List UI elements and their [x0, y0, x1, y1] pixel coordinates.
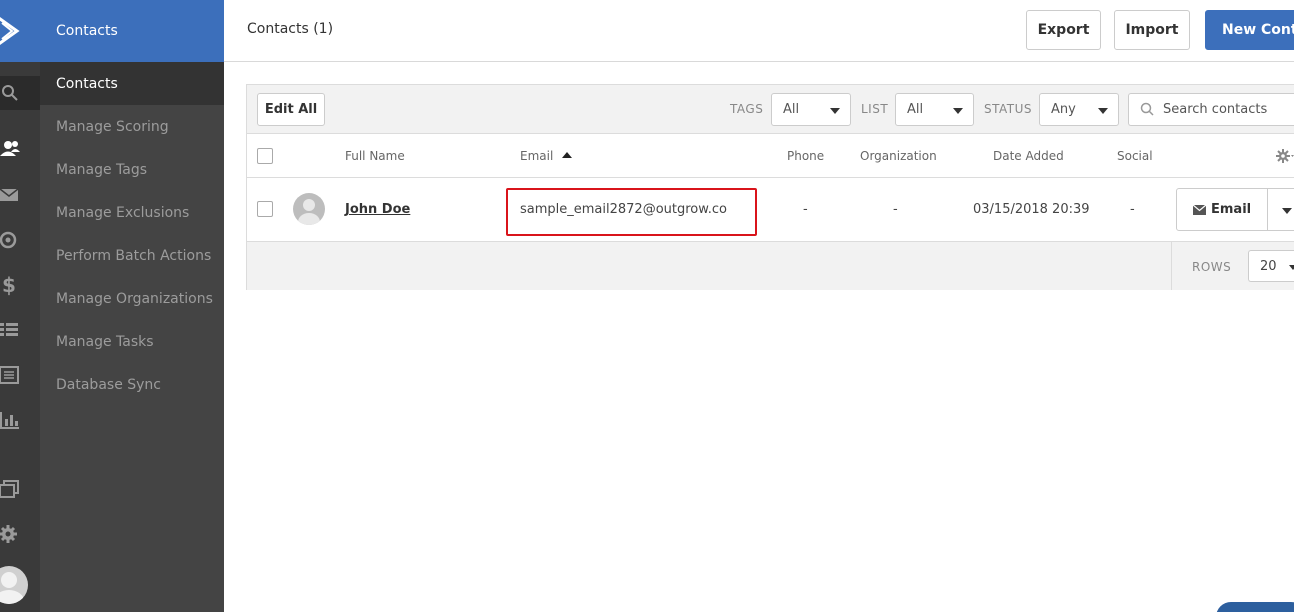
search-input[interactable]: Search contacts — [1128, 93, 1294, 126]
list-icon[interactable] — [0, 313, 40, 347]
sidebar-item-database-sync[interactable]: Database Sync — [40, 363, 224, 406]
rows-per-page-select[interactable]: 20 — [1248, 250, 1294, 282]
column-full-name[interactable]: Full Name — [345, 149, 405, 163]
contact-social: - — [1130, 202, 1135, 217]
email-button-label: Email — [1211, 202, 1252, 217]
table-footer: ROWS 20 — [247, 242, 1294, 290]
table-row[interactable]: John Doe sample_email2872@outgrow.co - -… — [247, 178, 1294, 242]
chevron-down-icon — [953, 108, 963, 114]
gear-icon[interactable] — [0, 517, 40, 551]
list-filter-value: All — [907, 102, 924, 117]
contacts-sidebar: Contacts Contacts Manage Scoring Manage … — [40, 0, 224, 612]
tags-filter-value: All — [783, 102, 800, 117]
icon-rail: $ — [0, 0, 40, 612]
forms-icon[interactable] — [0, 358, 40, 392]
envelope-icon — [1193, 204, 1207, 215]
sidebar-item-contacts[interactable]: Contacts — [40, 62, 224, 105]
sort-ascending-icon — [562, 152, 573, 158]
search-placeholder: Search contacts — [1163, 102, 1268, 117]
contacts-icon[interactable] — [0, 132, 40, 166]
filter-toolbar: Edit All TAGS All LIST All STATUS Any Se… — [247, 85, 1294, 134]
search-icon[interactable] — [0, 76, 40, 110]
dollar-icon[interactable]: $ — [0, 268, 40, 302]
column-email-label: Email — [520, 149, 554, 163]
tags-filter-select[interactable]: All — [771, 93, 851, 126]
chat-widget-button[interactable] — [1216, 602, 1294, 612]
mail-icon[interactable] — [0, 178, 40, 212]
list-filter-label: LIST — [861, 102, 889, 116]
top-bar: Contacts (1) Export Import New Contact — [224, 0, 1294, 62]
email-contact-button[interactable]: Email — [1176, 188, 1268, 231]
new-contact-button[interactable]: New Contact — [1205, 10, 1294, 50]
select-all-checkbox[interactable] — [257, 148, 273, 164]
rows-per-page-value: 20 — [1260, 258, 1277, 274]
sidebar-item-perform-batch-actions[interactable]: Perform Batch Actions — [40, 234, 224, 277]
rows-label: ROWS — [1192, 260, 1232, 274]
sidebar-item-manage-exclusions[interactable]: Manage Exclusions — [40, 191, 224, 234]
chevron-down-icon — [1098, 108, 1108, 114]
contact-organization: - — [893, 202, 898, 217]
chevron-down-icon — [830, 108, 840, 114]
contact-phone: - — [803, 202, 808, 217]
sidebar-header[interactable]: Contacts — [40, 0, 224, 62]
contact-email[interactable]: sample_email2872@outgrow.co — [520, 202, 727, 217]
sidebar-item-manage-tags[interactable]: Manage Tags — [40, 148, 224, 191]
sidebar-item-manage-tasks[interactable]: Manage Tasks — [40, 320, 224, 363]
status-filter-label: STATUS — [984, 102, 1033, 116]
automation-icon[interactable] — [0, 223, 40, 257]
logo-icon[interactable] — [0, 0, 40, 62]
chevron-down-icon — [1289, 265, 1294, 270]
edit-all-button[interactable]: Edit All — [257, 93, 325, 126]
row-checkbox[interactable] — [257, 201, 273, 217]
svg-text:$: $ — [2, 273, 16, 297]
contact-name-link[interactable]: John Doe — [345, 202, 410, 217]
search-icon — [1140, 102, 1154, 116]
footer-divider — [1171, 242, 1172, 290]
column-phone[interactable]: Phone — [787, 149, 824, 163]
export-button[interactable]: Export — [1026, 10, 1101, 50]
sidebar-item-manage-scoring[interactable]: Manage Scoring — [40, 105, 224, 148]
reports-icon[interactable] — [0, 403, 40, 437]
windows-icon[interactable] — [0, 472, 40, 506]
column-date-added[interactable]: Date Added — [993, 149, 1064, 163]
list-filter-select[interactable]: All — [895, 93, 974, 126]
contact-date-added: 03/15/2018 20:39 — [973, 202, 1090, 217]
avatar[interactable] — [0, 566, 28, 604]
contacts-panel: Edit All TAGS All LIST All STATUS Any Se… — [246, 84, 1294, 290]
chevron-down-icon — [1282, 208, 1292, 214]
tags-filter-label: TAGS — [730, 102, 764, 116]
column-settings-gear-icon[interactable] — [1276, 148, 1294, 164]
import-button[interactable]: Import — [1114, 10, 1190, 50]
page-title: Contacts (1) — [247, 21, 334, 37]
column-organization[interactable]: Organization — [860, 149, 937, 163]
sidebar-item-manage-organizations[interactable]: Manage Organizations — [40, 277, 224, 320]
column-email[interactable]: Email — [520, 149, 573, 163]
status-filter-select[interactable]: Any — [1039, 93, 1119, 126]
email-actions-dropdown[interactable] — [1267, 188, 1294, 231]
table-header: Full Name Email Phone Organization Date … — [247, 134, 1294, 178]
column-social[interactable]: Social — [1117, 149, 1153, 163]
contact-avatar — [293, 193, 325, 225]
status-filter-value: Any — [1051, 102, 1076, 117]
